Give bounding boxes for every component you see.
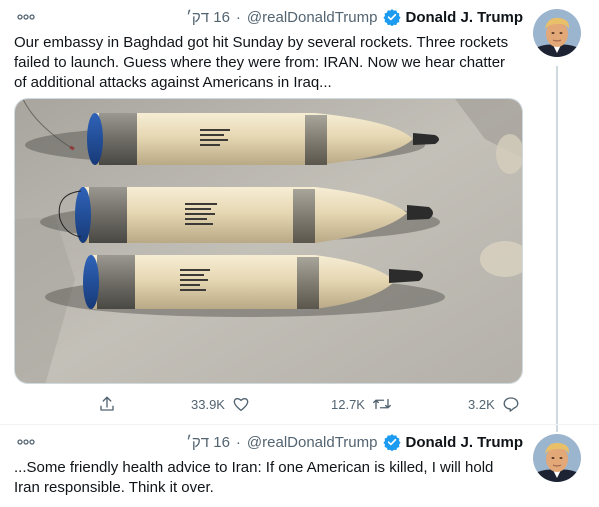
more-icon[interactable]: [14, 435, 38, 449]
retweet-count: 12.7K: [331, 396, 365, 412]
tweet-text: Our embassy in Baghdad got hit Sunday by…: [14, 34, 509, 91]
retweet-icon: [372, 395, 392, 413]
separator-dot: ·: [235, 8, 241, 26]
user-handle[interactable]: @realDonaldTrump: [247, 9, 378, 26]
tweet-header: 16 דק׳ · @realDonaldTrump Donald J. Trum…: [186, 432, 523, 452]
tweet-text: ...Some friendly health advice to Iran: …: [14, 459, 494, 496]
reply-icon: [502, 395, 520, 413]
display-name[interactable]: Donald J. Trump: [405, 434, 523, 451]
tweet-header: 16 דק׳ · @realDonaldTrump Donald J. Trum…: [186, 7, 523, 27]
avatar[interactable]: [533, 9, 581, 57]
retweet-button[interactable]: 12.7K: [331, 394, 392, 414]
tweet-timestamp[interactable]: 16 דק׳: [186, 9, 230, 26]
tweet-timestamp[interactable]: 16 דק׳: [186, 434, 230, 451]
user-handle[interactable]: @realDonaldTrump: [247, 434, 378, 451]
tweet-photo-rockets[interactable]: [14, 98, 523, 384]
heart-icon: [232, 395, 250, 413]
separator-dot: ·: [235, 433, 241, 451]
more-icon[interactable]: [14, 10, 38, 24]
tweet-divider: [0, 424, 599, 425]
display-name[interactable]: Donald J. Trump: [405, 9, 523, 26]
like-button[interactable]: 33.9K: [191, 394, 250, 414]
reply-count: 3.2K: [468, 396, 495, 412]
share-button[interactable]: [98, 394, 116, 414]
share-icon: [98, 395, 116, 413]
tweet-actions: 33.9K 12.7K 3.2K: [0, 394, 560, 414]
verified-badge-icon: [383, 8, 402, 26]
avatar[interactable]: [533, 434, 581, 482]
thread-connector-line: [556, 66, 558, 432]
verified-badge-icon: [383, 433, 402, 451]
like-count: 33.9K: [191, 396, 225, 412]
reply-button[interactable]: 3.2K: [468, 394, 520, 414]
